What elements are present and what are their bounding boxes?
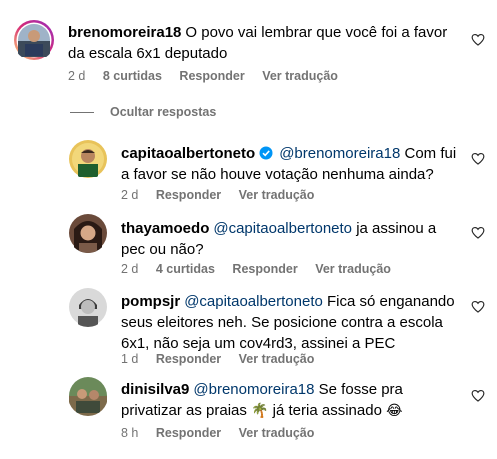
reply-button[interactable]: Responder [156,426,221,440]
laughing-emoji-icon: 😂 [386,402,403,418]
reply-button[interactable]: Responder [156,352,221,366]
comment-time: 8 h [121,426,139,440]
translate-button[interactable]: Ver tradução [239,188,315,202]
comment-username[interactable]: pompsjr [121,293,180,310]
comment-meta: 2 d Responder Ver tradução [121,188,328,202]
translate-button[interactable]: Ver tradução [239,426,315,440]
comment-text: brenomoreira18 O povo vai lembrar que voc… [68,22,461,64]
mention-link[interactable]: @brenomoreira18 [279,145,400,162]
reply-button[interactable]: Responder [156,188,221,202]
like-heart-icon[interactable] [471,152,485,165]
avatar[interactable] [68,213,108,253]
comment-time: 1 d [121,352,139,366]
comment-text: thayamoedo @capitaoalbertoneto ja assinou… [121,218,461,260]
like-heart-icon[interactable] [471,226,485,239]
divider-line [70,111,94,113]
comment-time: 2 d [68,69,86,83]
comment-meta: 2 d 4 curtidas Responder Ver tradução [121,262,405,276]
avatar[interactable] [68,376,108,416]
comment-meta: 1 d Responder Ver tradução [121,352,328,366]
mention-link[interactable]: @brenomoreira18 [193,381,314,398]
avatar[interactable] [68,139,108,179]
like-heart-icon[interactable] [471,300,485,313]
palm-tree-emoji-icon: 🌴 [251,402,269,418]
avatar[interactable] [68,287,108,327]
like-heart-icon[interactable] [471,33,485,46]
comment-time: 2 d [121,188,139,202]
mention-link[interactable]: @capitaoalbertoneto [213,220,352,237]
translate-button[interactable]: Ver tradução [239,352,315,366]
hide-replies-label[interactable]: Ocultar respostas [110,105,216,119]
comment-body-continued: já teria assinado [272,402,382,419]
comment-username[interactable]: thayamoedo [121,220,209,237]
like-heart-icon[interactable] [471,389,485,402]
reply-button[interactable]: Responder [232,262,297,276]
mention-link[interactable]: @capitaoalbertoneto [184,293,323,310]
comment-text: dinisilva9 @brenomoreira18 Se fosse pra p… [121,379,461,421]
hide-replies-button[interactable]: Ocultar respostas [70,103,216,121]
comment-username[interactable]: capitaoalbertoneto [121,145,255,162]
comment-likes[interactable]: 4 curtidas [156,262,215,276]
comment-meta: 8 h Responder Ver tradução [121,426,328,440]
verified-badge-icon [259,146,273,160]
translate-button[interactable]: Ver tradução [315,262,391,276]
comment-username[interactable]: dinisilva9 [121,381,189,398]
comment-text: capitaoalbertoneto @brenomoreira18 Com fu… [121,143,461,185]
translate-button[interactable]: Ver tradução [262,69,338,83]
reply-button[interactable]: Responder [179,69,244,83]
comment-text: pompsjr @capitaoalbertoneto Fica só engan… [121,291,461,354]
avatar[interactable] [13,19,55,61]
comment-meta: 2 d 8 curtidas Responder Ver tradução [68,69,352,83]
comment-username[interactable]: brenomoreira18 [68,24,181,41]
comment-likes[interactable]: 8 curtidas [103,69,162,83]
comment-time: 2 d [121,262,139,276]
